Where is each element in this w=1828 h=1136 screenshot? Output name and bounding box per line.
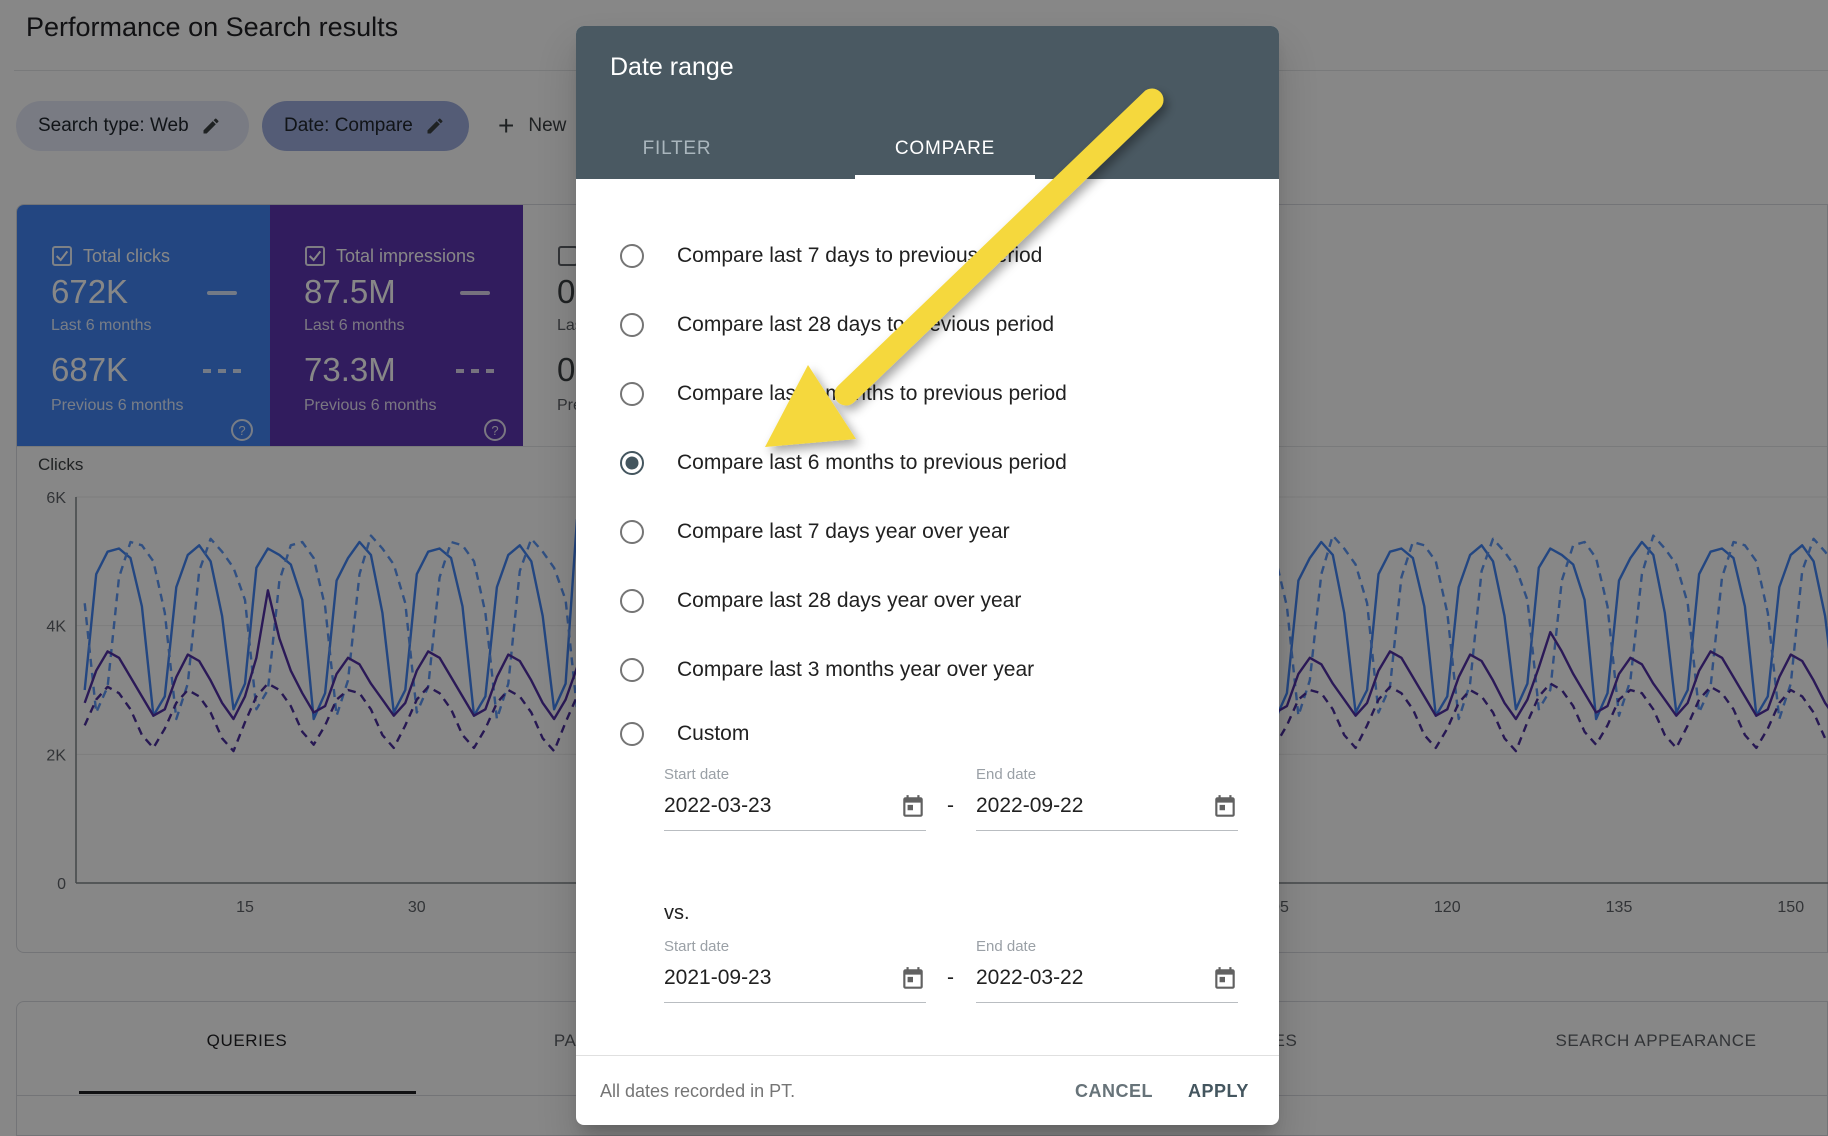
end-date-field-1[interactable]: End date 2022-09-22 bbox=[976, 766, 1238, 848]
vs-label: vs. bbox=[664, 902, 690, 925]
radio-option-3-months-yoy[interactable]: Compare last 3 months year over year bbox=[576, 635, 1279, 704]
dialog-header: Date range FILTER COMPARE bbox=[576, 26, 1279, 179]
radio-icon[interactable] bbox=[620, 244, 644, 268]
end-date-field-2[interactable]: End date 2022-03-22 bbox=[976, 938, 1238, 1020]
dialog-footer: All dates recorded in PT. CANCEL APPLY bbox=[576, 1055, 1279, 1125]
radio-selected-icon[interactable] bbox=[620, 451, 644, 475]
radio-option-28-days-previous[interactable]: Compare last 28 days to previous period bbox=[576, 290, 1279, 359]
calendar-icon[interactable] bbox=[900, 966, 926, 992]
calendar-icon[interactable] bbox=[1212, 794, 1238, 820]
calendar-icon[interactable] bbox=[900, 794, 926, 820]
apply-button[interactable]: APPLY bbox=[1188, 1081, 1249, 1102]
radio-icon[interactable] bbox=[620, 589, 644, 613]
start-date-field-2[interactable]: Start date 2021-09-23 bbox=[664, 938, 926, 1020]
date-range-separator: - bbox=[947, 794, 954, 818]
radio-option-custom[interactable]: Custom bbox=[576, 704, 1279, 764]
radio-option-28-days-yoy[interactable]: Compare last 28 days year over year bbox=[576, 566, 1279, 635]
active-tab-indicator bbox=[855, 175, 1035, 179]
radio-icon[interactable] bbox=[620, 658, 644, 682]
screen: Performance on Search results Search typ… bbox=[0, 0, 1828, 1136]
radio-option-3-months-previous[interactable]: Compare last 3 months to previous period bbox=[576, 359, 1279, 428]
dialog-tab-filter[interactable]: FILTER bbox=[643, 138, 712, 160]
dialog-title: Date range bbox=[610, 53, 734, 82]
timezone-note: All dates recorded in PT. bbox=[600, 1081, 795, 1102]
date-range-separator: - bbox=[947, 966, 954, 990]
radio-option-6-months-previous[interactable]: Compare last 6 months to previous period bbox=[576, 428, 1279, 497]
radio-icon[interactable] bbox=[620, 313, 644, 337]
date-range-dialog: Date range FILTER COMPARE Compare last 7… bbox=[576, 26, 1279, 1125]
dialog-tab-compare[interactable]: COMPARE bbox=[895, 138, 995, 160]
calendar-icon[interactable] bbox=[1212, 966, 1238, 992]
compare-options-list: Compare last 7 days to previous period C… bbox=[576, 221, 1279, 764]
start-date-field-1[interactable]: Start date 2022-03-23 bbox=[664, 766, 926, 848]
radio-icon[interactable] bbox=[620, 382, 644, 406]
radio-icon[interactable] bbox=[620, 722, 644, 746]
radio-option-7-days-yoy[interactable]: Compare last 7 days year over year bbox=[576, 497, 1279, 566]
radio-icon[interactable] bbox=[620, 520, 644, 544]
cancel-button[interactable]: CANCEL bbox=[1075, 1081, 1153, 1102]
radio-option-7-days-previous[interactable]: Compare last 7 days to previous period bbox=[576, 221, 1279, 290]
